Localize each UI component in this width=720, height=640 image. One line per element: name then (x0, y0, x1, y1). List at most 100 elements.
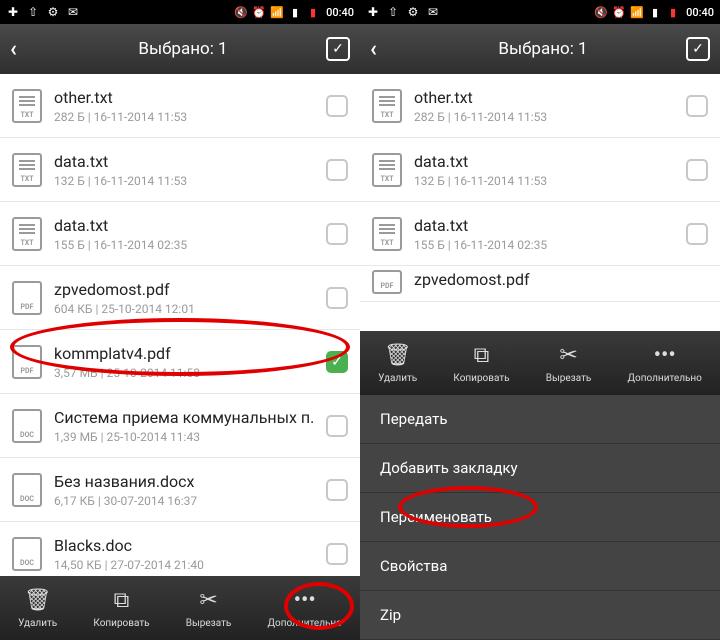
gear-icon: ⚙ (406, 5, 420, 19)
file-list: TXT other.txt 282 Б | 16-11-2014 11:53 T… (360, 74, 720, 331)
file-item-selected[interactable]: PDF kommplatv4.pdf 3,57 МБ | 25-10-2014 … (0, 330, 360, 394)
txt-icon: TXT (12, 217, 42, 251)
menu-rename[interactable]: Переименовать (360, 493, 720, 542)
pdf-icon: PDF (372, 270, 402, 294)
checkbox[interactable] (326, 287, 348, 309)
more-icon: ••• (654, 343, 676, 369)
file-item[interactable]: TXT data.txt 132 Б | 16-11-2014 11:53 (0, 138, 360, 202)
txt-icon: TXT (372, 217, 402, 251)
file-item[interactable]: DOC Система приема коммунальных п. 1,39 … (0, 394, 360, 458)
trash-icon: 🗑 (384, 343, 412, 369)
file-item[interactable]: DOC Без названия.docx 6,17 КБ | 30-07-20… (0, 458, 360, 522)
more-button[interactable]: ••• Дополнительно (628, 343, 702, 384)
file-meta: 282 Б | 16-11-2014 11:53 (54, 110, 326, 124)
signal-icon: ▮ (288, 5, 302, 19)
file-item[interactable]: TXT other.txt 282 Б | 16-11-2014 11:53 (0, 74, 360, 138)
more-label: Дополнительно (628, 373, 702, 384)
select-all-button[interactable]: ✓ (326, 37, 350, 61)
file-item[interactable]: TXT data.txt 155 Б | 16-11-2014 02:35 (360, 202, 720, 266)
checkbox[interactable] (326, 415, 348, 437)
plus-icon: ✚ (6, 5, 20, 19)
status-bar: ✚ ⇧ ⚙ ✉ 🔇 ⏰ 📶 ▮ ▮ 00:40 (0, 0, 360, 24)
bottom-toolbar: 🗑 Удалить ⧉ Копировать ✂ Вырезать ••• До… (360, 331, 720, 395)
file-item[interactable]: PDF zpvedomost.pdf 604 КБ | 25-10-2014 1… (360, 266, 720, 302)
cut-label: Вырезать (186, 618, 232, 629)
mail-icon: ✉ (66, 5, 80, 19)
status-bar: ✚ ⇧ ⚙ ✉ 🔇 ⏰ 📶 ▮ ▮ 00:40 (360, 0, 720, 24)
scissors-icon: ✂ (199, 588, 217, 614)
cut-button[interactable]: ✂ Вырезать (186, 588, 232, 629)
checkbox[interactable] (326, 159, 348, 181)
copy-icon: ⧉ (474, 343, 490, 369)
scissors-icon: ✂ (559, 343, 577, 369)
alarm-icon: ⏰ (252, 5, 266, 19)
doc-icon: DOC (12, 537, 42, 571)
checkbox-checked[interactable]: ✓ (326, 351, 348, 373)
file-name: other.txt (54, 88, 326, 107)
trash-icon: 🗑 (24, 588, 52, 614)
pdf-icon: PDF (12, 345, 42, 379)
checkbox[interactable] (686, 223, 708, 245)
status-time: 00:40 (326, 6, 354, 19)
file-meta: 132 Б | 16-11-2014 11:53 (54, 174, 326, 188)
delete-button[interactable]: 🗑 Удалить (378, 343, 417, 384)
file-name: Без названия.docx (54, 472, 326, 491)
checkbox[interactable] (686, 159, 708, 181)
doc-icon: DOC (12, 473, 42, 507)
header-title: Выбрано: 1 (40, 39, 326, 59)
app-header: ‹ Выбрано: 1 ✓ (0, 24, 360, 74)
mute-icon: 🔇 (234, 5, 248, 19)
file-item[interactable]: DOC Blacks.doc 14,50 КБ | 27-07-2014 21:… (0, 522, 360, 576)
battery-icon: ▮ (666, 5, 680, 19)
checkbox[interactable] (326, 479, 348, 501)
header-title: Выбрано: 1 (400, 39, 686, 59)
doc-icon: DOC (12, 409, 42, 443)
file-meta: 6,17 КБ | 30-07-2014 16:37 (54, 494, 326, 508)
checkbox[interactable] (326, 223, 348, 245)
delete-label: Удалить (18, 618, 57, 629)
pdf-icon: PDF (12, 281, 42, 315)
file-name: zpvedomost.pdf (414, 270, 708, 289)
file-item[interactable]: TXT data.txt 155 Б | 16-11-2014 02:35 (0, 202, 360, 266)
txt-icon: TXT (372, 89, 402, 123)
back-button[interactable]: ‹ (10, 37, 40, 62)
wifi-icon: 📶 (630, 5, 644, 19)
more-icon: ••• (294, 588, 316, 614)
file-item[interactable]: TXT other.txt 282 Б | 16-11-2014 11:53 (360, 74, 720, 138)
copy-icon: ⧉ (114, 588, 130, 614)
battery-icon: ▮ (306, 5, 320, 19)
checkbox[interactable] (326, 95, 348, 117)
checkbox[interactable] (686, 95, 708, 117)
file-meta: 604 КБ | 25-10-2014 12:01 (54, 302, 326, 316)
txt-icon: TXT (12, 89, 42, 123)
bottom-toolbar: 🗑 Удалить ⧉ Копировать ✂ Вырезать ••• До… (0, 576, 360, 640)
signal-icon: ▮ (648, 5, 662, 19)
plus-icon: ✚ (366, 5, 380, 19)
screen-right: ✚ ⇧ ⚙ ✉ 🔇 ⏰ 📶 ▮ ▮ 00:40 ‹ Выбрано: 1 ✓ T… (360, 0, 720, 640)
checkbox[interactable] (326, 543, 348, 565)
back-button[interactable]: ‹ (370, 37, 400, 62)
file-item[interactable]: TXT data.txt 132 Б | 16-11-2014 11:53 (360, 138, 720, 202)
wifi-icon: 📶 (270, 5, 284, 19)
copy-button[interactable]: ⧉ Копировать (453, 343, 509, 384)
copy-button[interactable]: ⧉ Копировать (93, 588, 149, 629)
file-name: Система приема коммунальных п. (54, 408, 326, 427)
file-name: data.txt (414, 216, 686, 235)
file-meta: 282 Б | 16-11-2014 11:53 (414, 110, 686, 124)
menu-properties[interactable]: Свойства (360, 542, 720, 591)
menu-zip[interactable]: Zip (360, 591, 720, 640)
file-meta: 14,50 КБ | 27-07-2014 21:40 (54, 558, 326, 572)
cut-button[interactable]: ✂ Вырезать (546, 343, 592, 384)
upload-icon: ⇧ (26, 5, 40, 19)
file-item[interactable]: PDF zpvedomost.pdf 604 КБ | 25-10-2014 1… (0, 266, 360, 330)
delete-button[interactable]: 🗑 Удалить (18, 588, 57, 629)
screen-left: ✚ ⇧ ⚙ ✉ 🔇 ⏰ 📶 ▮ ▮ 00:40 ‹ Выбрано: 1 ✓ T… (0, 0, 360, 640)
file-name: data.txt (414, 152, 686, 171)
menu-send[interactable]: Передать (360, 395, 720, 444)
menu-bookmark[interactable]: Добавить закладку (360, 444, 720, 493)
mail-icon: ✉ (426, 5, 440, 19)
cut-label: Вырезать (546, 373, 592, 384)
file-meta: 1,39 МБ | 25-10-2014 11:43 (54, 430, 326, 444)
more-button[interactable]: ••• Дополнительно (268, 588, 342, 629)
select-all-button[interactable]: ✓ (686, 37, 710, 61)
